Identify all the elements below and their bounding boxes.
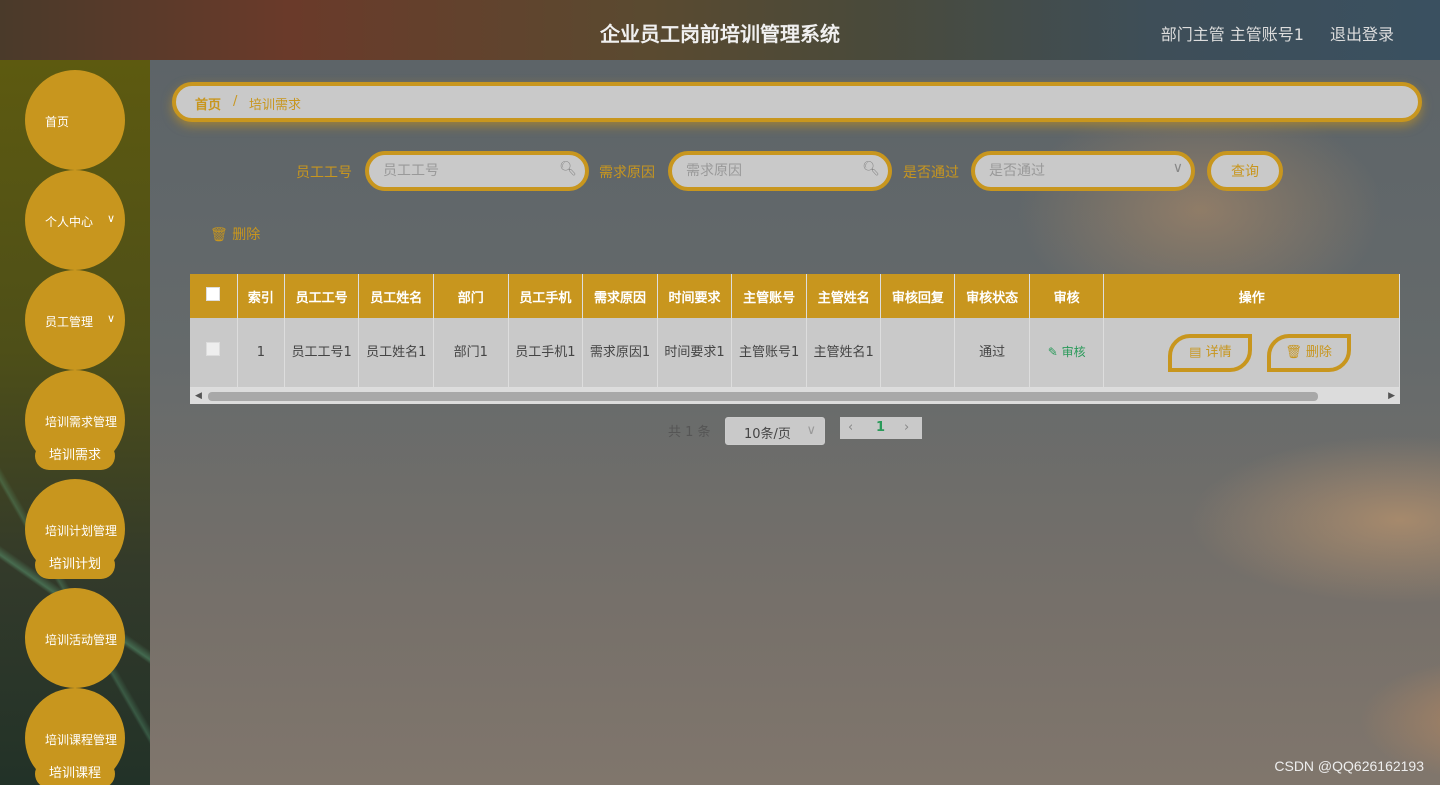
reason-field: 🔍︎ [668,151,892,191]
emp-no-field: 🔍︎ [365,151,589,191]
menu-personal-center-label: 个人中心 [45,215,94,229]
menu-training-activity-management[interactable]: 培训活动管理 [25,588,125,688]
horizontal-scrollbar[interactable]: ◀ ▶ [190,388,1400,404]
page-number[interactable]: 1 [876,420,885,435]
column-header: 员工手机 [508,274,584,318]
menu-employee-management[interactable]: 员工管理 ∨ [25,270,125,370]
menu-personal-center[interactable]: 个人中心 ∨ [25,170,125,270]
column-header: 索引 [237,274,285,318]
page-size-select[interactable]: 10条/页 ∨ [725,417,825,445]
scrollbar-thumb[interactable] [208,392,1318,401]
cell-time: 时间要求1 [657,318,733,388]
column-header: 主管账号 [731,274,807,318]
detail-button[interactable]: ▤ 详情 [1168,333,1253,372]
pagination-total: 共 1 条 [668,425,711,440]
table-header-row: 索引 员工工号 员工姓名 部门 员工手机 需求原因 时间要求 主管账号 主管姓名… [190,274,1400,318]
breadcrumb-current: 培训需求 [249,98,302,113]
column-header: 员工姓名 [358,274,435,318]
edit-icon: ✎ [1047,345,1058,359]
emp-no-label: 员工工号 [296,165,352,181]
cell-audit: ✎ 审核 [1029,318,1105,388]
menu-training-plan-management-label: 培训计划管理 [45,524,118,538]
column-header: 审核状态 [954,274,1030,318]
row-delete-label: 删除 [1305,344,1332,360]
passed-label: 是否通过 [903,165,959,181]
chevron-down-icon: ∨ [1172,160,1183,176]
menu-home[interactable]: 首页 [25,70,125,170]
menu-training-activity-management-label: 培训活动管理 [45,633,118,647]
logout-link[interactable]: 退出登录 [1330,21,1394,45]
sidebar: 首页 个人中心 ∨ 员工管理 ∨ 培训需求管理 培训需求 培训计划管理 培训计划… [0,60,150,785]
column-header: 审核回复 [880,274,956,318]
menu-training-course-management-label: 培训课程管理 [45,733,118,747]
cell-dept: 部门1 [433,318,509,388]
cell-mgr-name: 主管姓名1 [806,318,882,388]
chevron-down-icon: ∨ [106,212,115,225]
column-header: 时间要求 [657,274,733,318]
cell-index: 1 [237,318,285,388]
emp-no-input[interactable] [381,162,555,180]
cell-phone: 员工手机1 [508,318,584,388]
audit-button[interactable]: ✎ 审核 [1048,345,1086,359]
query-button[interactable]: 查询 [1207,151,1283,191]
watermark: CSDN @QQ626162193 [1274,758,1424,774]
column-header: 员工工号 [284,274,360,318]
submenu-training-need[interactable]: 培训需求 [35,442,115,470]
cell-operations: ▤ 详情 🗑︎ 删除 [1103,318,1400,388]
prev-page-icon[interactable]: ‹ [848,420,853,435]
search-icon: 🔍︎ [559,161,577,177]
select-all-cell [190,274,238,318]
batch-delete-button[interactable]: 🗑︎ 删除 [210,224,260,244]
trash-icon: 🗑︎ [1285,344,1302,360]
chevron-down-icon: ∨ [106,312,115,325]
cell-reason: 需求原因1 [582,318,658,388]
cell-mgr-account: 主管账号1 [731,318,807,388]
reason-input[interactable] [684,162,858,180]
search-icon: 🔍︎ [862,161,880,177]
breadcrumb: 首页 / 培训需求 [172,82,1422,122]
breadcrumb-home[interactable]: 首页 [195,94,221,113]
column-header: 审核 [1029,274,1105,318]
cell-emp-name: 员工姓名1 [358,318,435,388]
column-header: 主管姓名 [806,274,882,318]
pager: ‹ 1 › [840,417,922,439]
page-size-value: 10条/页 [744,427,791,442]
next-page-icon[interactable]: › [904,420,909,435]
menu-training-need-management-label: 培训需求管理 [45,415,118,429]
reason-label: 需求原因 [599,165,655,181]
data-table: 索引 员工工号 员工姓名 部门 员工手机 需求原因 时间要求 主管账号 主管姓名… [190,274,1400,404]
submenu-training-course[interactable]: 培训课程 [35,760,115,785]
table-row: 1 员工工号1 员工姓名1 部门1 员工手机1 需求原因1 时间要求1 主管账号… [190,318,1400,388]
column-header: 部门 [433,274,509,318]
breadcrumb-separator: / [233,94,238,109]
cell-status: 通过 [954,318,1030,388]
top-header: 企业员工岗前培训管理系统 部门主管 主管账号1 退出登录 [0,0,1440,60]
document-icon: ▤ [1189,344,1202,360]
row-select-cell [190,318,238,388]
scroll-left-icon[interactable]: ◀ [195,388,202,404]
row-checkbox[interactable] [206,341,221,356]
cell-emp-no: 员工工号1 [284,318,360,388]
cell-reply [880,318,956,388]
select-all-checkbox[interactable] [206,287,221,301]
batch-delete-label: 删除 [232,227,261,243]
trash-icon: 🗑︎ [210,227,228,243]
submenu-training-plan[interactable]: 培训计划 [35,551,115,579]
detail-label: 详情 [1205,344,1232,360]
audit-label: 审核 [1061,345,1086,359]
row-delete-button[interactable]: 🗑︎ 删除 [1266,333,1351,372]
column-header: 操作 [1103,274,1400,318]
column-header: 需求原因 [582,274,658,318]
chevron-down-icon: ∨ [806,423,816,438]
passed-select-input[interactable] [987,162,1161,180]
current-user: 部门主管 主管账号1 [1160,25,1304,44]
scroll-right-icon[interactable]: ▶ [1388,388,1395,404]
menu-home-label: 首页 [45,115,70,129]
passed-select[interactable]: ∨ [971,151,1195,191]
menu-employee-management-label: 员工管理 [45,315,94,329]
